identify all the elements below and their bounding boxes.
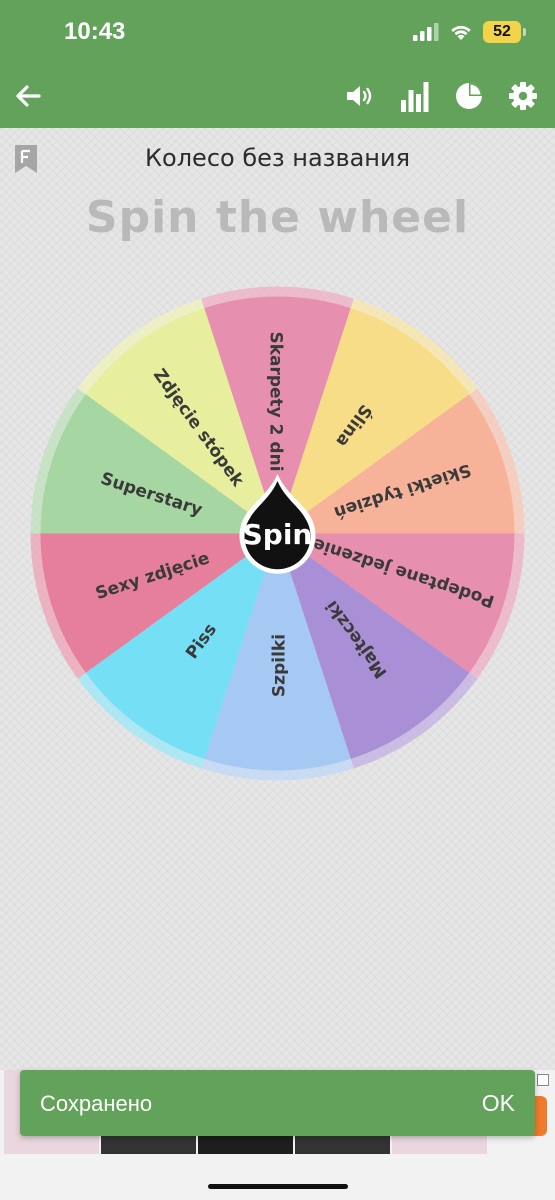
volume-icon bbox=[347, 86, 372, 106]
wheel-name[interactable]: Колесо без названия bbox=[0, 144, 555, 172]
wifi-icon bbox=[451, 25, 471, 40]
bar-chart-icon bbox=[401, 82, 429, 112]
cellular-signal-icon bbox=[413, 23, 439, 41]
status-bar: 10:43 52 bbox=[0, 0, 555, 62]
status-time: 10:43 bbox=[64, 18, 126, 45]
status-icons: 52 bbox=[413, 20, 526, 44]
wheel-segment-label: Skarpety 2 dni bbox=[266, 331, 286, 471]
gear-icon bbox=[509, 82, 537, 110]
back-arrow-icon bbox=[16, 85, 41, 107]
stats-button[interactable] bbox=[395, 76, 435, 116]
main-content: Колесо без названия Spin the wheel Szpil… bbox=[0, 128, 555, 1070]
page-title: Spin the wheel bbox=[85, 192, 470, 243]
spin-wheel[interactable]: Szpilki Piss Sexy zdjęcie Superstary Zdjęcie… bbox=[30, 286, 525, 781]
home-indicator[interactable] bbox=[208, 1184, 348, 1189]
spin-label: Spin bbox=[243, 518, 313, 551]
wheel-segment-label: Szpilki bbox=[270, 634, 290, 697]
battery-level: 52 bbox=[493, 23, 511, 40]
snackbar: Сохранено OK bbox=[20, 1070, 535, 1136]
app-bar bbox=[0, 62, 555, 128]
sound-button[interactable] bbox=[340, 76, 380, 116]
wheel-graphic[interactable]: SzpilkiPissSexy zdjęcieSuperstaryZdjęcie… bbox=[30, 286, 525, 781]
back-button[interactable] bbox=[8, 76, 48, 116]
snackbar-ok-button[interactable]: OK bbox=[482, 1090, 515, 1117]
snackbar-message: Сохранено bbox=[40, 1091, 153, 1116]
pie-chart-icon bbox=[456, 83, 482, 109]
battery-icon: 52 bbox=[483, 21, 526, 43]
wheels-button[interactable] bbox=[449, 76, 489, 116]
settings-button[interactable] bbox=[503, 76, 543, 116]
ad-choices-icon[interactable] bbox=[537, 1074, 549, 1086]
bottom-area: Сохранено OK bbox=[0, 1070, 555, 1200]
